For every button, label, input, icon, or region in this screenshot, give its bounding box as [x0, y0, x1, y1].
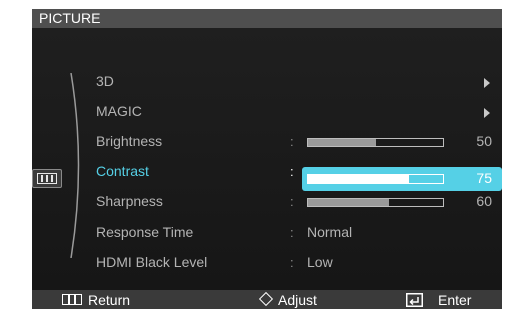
picture-category-icon[interactable] [32, 169, 62, 188]
menu-area: 3D MAGIC Brightness : 50 Contrast : 75 S… [32, 28, 502, 290]
hdmi-black-level-value: Low [307, 254, 333, 270]
triangle-right-icon [484, 78, 490, 88]
separator-colon: : [290, 164, 294, 179]
menu-item-response-time[interactable]: Response Time [96, 224, 193, 240]
slider-fill [308, 199, 389, 206]
menu-item-brightness[interactable]: Brightness [96, 133, 162, 149]
separator-colon: : [290, 134, 294, 149]
enter-hint[interactable]: Enter [438, 292, 471, 308]
contrast-slider-highlight[interactable]: 75 [302, 167, 502, 191]
return-icon [62, 294, 82, 305]
triangle-right-icon [484, 108, 490, 118]
contrast-slider[interactable] [307, 174, 444, 184]
sharpness-value: 60 [476, 193, 492, 209]
menu-title: PICTURE [39, 10, 101, 26]
footer-hint-bar: Return Adjust Enter [32, 290, 502, 309]
enter-icon [406, 293, 423, 307]
menu-item-magic[interactable]: MAGIC [96, 103, 142, 119]
slider-fill [308, 175, 410, 183]
menu-item-sharpness[interactable]: Sharpness [96, 193, 163, 209]
adjust-hint[interactable]: Adjust [278, 292, 317, 308]
brightness-value: 50 [476, 133, 492, 149]
diamond-icon [258, 291, 274, 307]
separator-colon: : [290, 255, 294, 270]
separator-colon: : [290, 225, 294, 240]
separator-colon: : [290, 194, 294, 209]
slider-fill [308, 139, 376, 146]
osd-menu-window: PICTURE 3D MAGIC Brightness : 50 Contras… [32, 9, 502, 309]
menu-item-contrast[interactable]: Contrast [96, 163, 149, 179]
response-time-value: Normal [307, 224, 353, 240]
menu-arc-decoration [70, 73, 80, 258]
sharpness-slider[interactable] [307, 198, 444, 207]
contrast-value: 75 [476, 170, 492, 186]
return-hint[interactable]: Return [88, 292, 130, 308]
menu-item-hdmi-black-level[interactable]: HDMI Black Level [96, 254, 207, 270]
brightness-slider[interactable] [307, 138, 444, 147]
menu-item-3d[interactable]: 3D [96, 73, 114, 89]
title-bar: PICTURE [32, 9, 502, 28]
